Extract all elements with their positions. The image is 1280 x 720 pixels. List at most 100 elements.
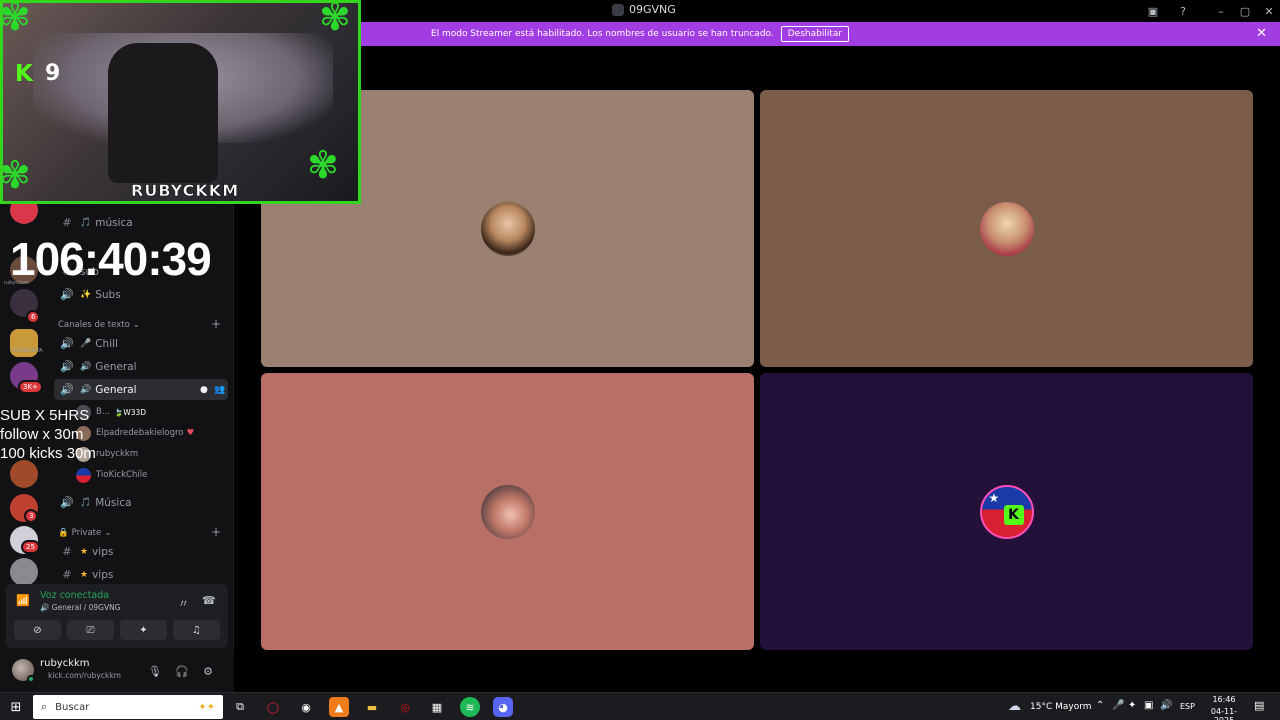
server-icon[interactable]	[10, 460, 38, 488]
voice-user-tag: 🍃W33D	[113, 407, 147, 417]
app-window: 09GVNG ▣ ? – ▢ ✕ El modo Streamer está h…	[0, 0, 1280, 720]
add-member-icon[interactable]: 👥	[214, 385, 225, 395]
task-view-icon[interactable]: ⧉	[230, 697, 250, 717]
channel-general[interactable]: 🔊 🔊 General	[54, 356, 228, 377]
close-window-button[interactable]: ✕	[1258, 2, 1280, 20]
disable-streamer-button[interactable]: Deshabilitar	[780, 26, 850, 42]
avatar	[76, 467, 91, 483]
weather-text[interactable]: 15°C Mayorm	[1030, 702, 1092, 712]
voice-channel-icon: 🔊	[60, 288, 74, 301]
noise-suppression-icon[interactable]: 〃	[178, 595, 189, 611]
channel-subs[interactable]: 🔊 ✨ Subs	[54, 284, 228, 305]
participant-tile[interactable]: ★ K	[760, 373, 1253, 650]
clock-time[interactable]: 16:46	[1206, 695, 1242, 704]
signal-icon[interactable]: 📶	[16, 594, 30, 607]
channel-label: Música	[95, 496, 132, 509]
channel-general-active[interactable]: 🔊 🔊 General ● 👥	[54, 379, 228, 400]
notifications-icon[interactable]: ▤	[1254, 699, 1264, 712]
minimize-button[interactable]: –	[1210, 2, 1232, 20]
disconnect-icon[interactable]: ☎	[202, 594, 216, 607]
file-explorer-icon[interactable]: ▬	[362, 697, 382, 717]
category-text-channels[interactable]: Canales de texto ⌄ +	[58, 317, 221, 331]
server-icon[interactable]	[10, 558, 38, 586]
voice-user[interactable]: TioKickChile	[76, 465, 147, 485]
screen-share-icon: ⎚	[86, 624, 95, 636]
server-label: CORNEPISTA	[11, 348, 43, 354]
participant-tile[interactable]	[261, 373, 754, 650]
username: rubyckkm	[40, 658, 90, 669]
voice-channel-icon: 🔊	[60, 360, 74, 373]
lock-icon: 🔒	[58, 528, 69, 538]
music-icon: 🎵	[80, 217, 92, 228]
webcam-overlay: ✾ ✾ ✾ ✾ K 9 RUBYCKKM	[0, 0, 361, 204]
channel-vips[interactable]: # ★ vips	[54, 541, 228, 562]
leaf-icon: ✾	[319, 0, 351, 39]
speaker-icon: 🔊	[80, 361, 92, 372]
channel-musica[interactable]: # 🎵 música	[54, 212, 228, 233]
opera-icon[interactable]: ◯	[263, 697, 283, 717]
voice-channel-icon: 🔊	[60, 383, 74, 396]
participant-tile[interactable]	[760, 90, 1253, 367]
video-grid: ★ K	[234, 46, 1280, 692]
channel-label: Chill	[95, 337, 118, 350]
add-channel-icon[interactable]: +	[211, 525, 221, 539]
obs-icon[interactable]: ◉	[296, 697, 316, 717]
search-placeholder: Buscar	[55, 701, 90, 713]
clock-date[interactable]: 04-11-2025	[1201, 707, 1247, 720]
leaf-icon: ✾	[0, 0, 31, 39]
voice-channel-path[interactable]: 🔊 General / 09GVNG	[40, 603, 121, 612]
discord-icon[interactable]: ◕	[493, 697, 513, 717]
channel-vips[interactable]: # ★ vips	[54, 564, 228, 585]
bing-sparkle-icon: ✦✦	[198, 701, 215, 713]
soundboard-icon: ♫	[192, 624, 201, 636]
volume-icon[interactable]: 🔊	[1160, 700, 1172, 711]
activities-button[interactable]: ✦	[120, 620, 167, 640]
chat-icon[interactable]: ●	[200, 385, 208, 395]
voice-status: Voz conectada	[40, 590, 110, 601]
channel-label: Subs	[95, 288, 121, 301]
star-icon: ★	[80, 546, 89, 557]
channel-chill[interactable]: 🔊 🎤 Chill	[54, 333, 228, 354]
leaf-icon: ✾	[307, 143, 339, 187]
weather-cloud-icon[interactable]: ☁	[1008, 699, 1021, 714]
voice-user-name: rubyckkm	[96, 449, 139, 459]
channel-label: vips	[92, 568, 114, 581]
voice-user-name: TioKickChile	[96, 470, 148, 480]
store-icon[interactable]: ▦	[427, 697, 447, 717]
soundboard-button[interactable]: ♫	[173, 620, 220, 640]
voice-channel-icon: 🔊	[60, 496, 74, 509]
app-icon[interactable]: ▲	[329, 697, 349, 717]
category-label: Canales de texto	[58, 320, 130, 330]
screen-share-button[interactable]: ⎚	[67, 620, 114, 640]
taskbar-search[interactable]: ⌕ Buscar ✦✦	[33, 695, 223, 719]
kick-viewer-count: 9	[45, 61, 61, 86]
add-channel-icon[interactable]: +	[211, 317, 221, 331]
camera-button[interactable]: ⊘	[14, 620, 61, 640]
microphone-tray-icon[interactable]: 🎤	[1112, 700, 1124, 711]
category-private[interactable]: 🔒 Private ⌄ +	[58, 525, 221, 539]
settings-gear-icon[interactable]: ⚙	[199, 662, 217, 680]
headphones-icon[interactable]: 🎧	[173, 662, 191, 680]
channel-musica-voice[interactable]: 🔊 🎵 Música	[54, 492, 228, 513]
unread-badge: 3K+	[18, 380, 43, 394]
help-icon[interactable]: ?	[1172, 2, 1194, 20]
text-channel-icon: #	[62, 216, 72, 229]
chevron-up-icon[interactable]: ⌃	[1096, 700, 1104, 711]
subathon-goals: SUB X 5HRS follow x 30m 100 kicks 30m	[0, 406, 96, 463]
channel-label: música	[95, 216, 133, 229]
inbox-icon[interactable]: ▣	[1142, 2, 1164, 20]
language-indicator[interactable]: ESP	[1180, 702, 1195, 711]
unread-badge: 6	[26, 310, 41, 324]
game-icon[interactable]: ◎	[395, 697, 415, 717]
tray-icon[interactable]: ✦	[1128, 700, 1136, 711]
kick-logo-icon: K	[15, 61, 33, 87]
spotify-icon[interactable]: ≋	[460, 697, 480, 717]
channel-label: General	[95, 360, 137, 373]
close-icon[interactable]: ✕	[1256, 26, 1267, 41]
windows-start-icon[interactable]: ⊞	[6, 697, 26, 717]
microphone-icon[interactable]: 🎙	[146, 662, 164, 680]
network-icon[interactable]: ▣	[1144, 700, 1153, 711]
maximize-button[interactable]: ▢	[1234, 2, 1256, 20]
webcam-chair	[108, 43, 218, 183]
devil-icon: ♥	[186, 428, 195, 438]
